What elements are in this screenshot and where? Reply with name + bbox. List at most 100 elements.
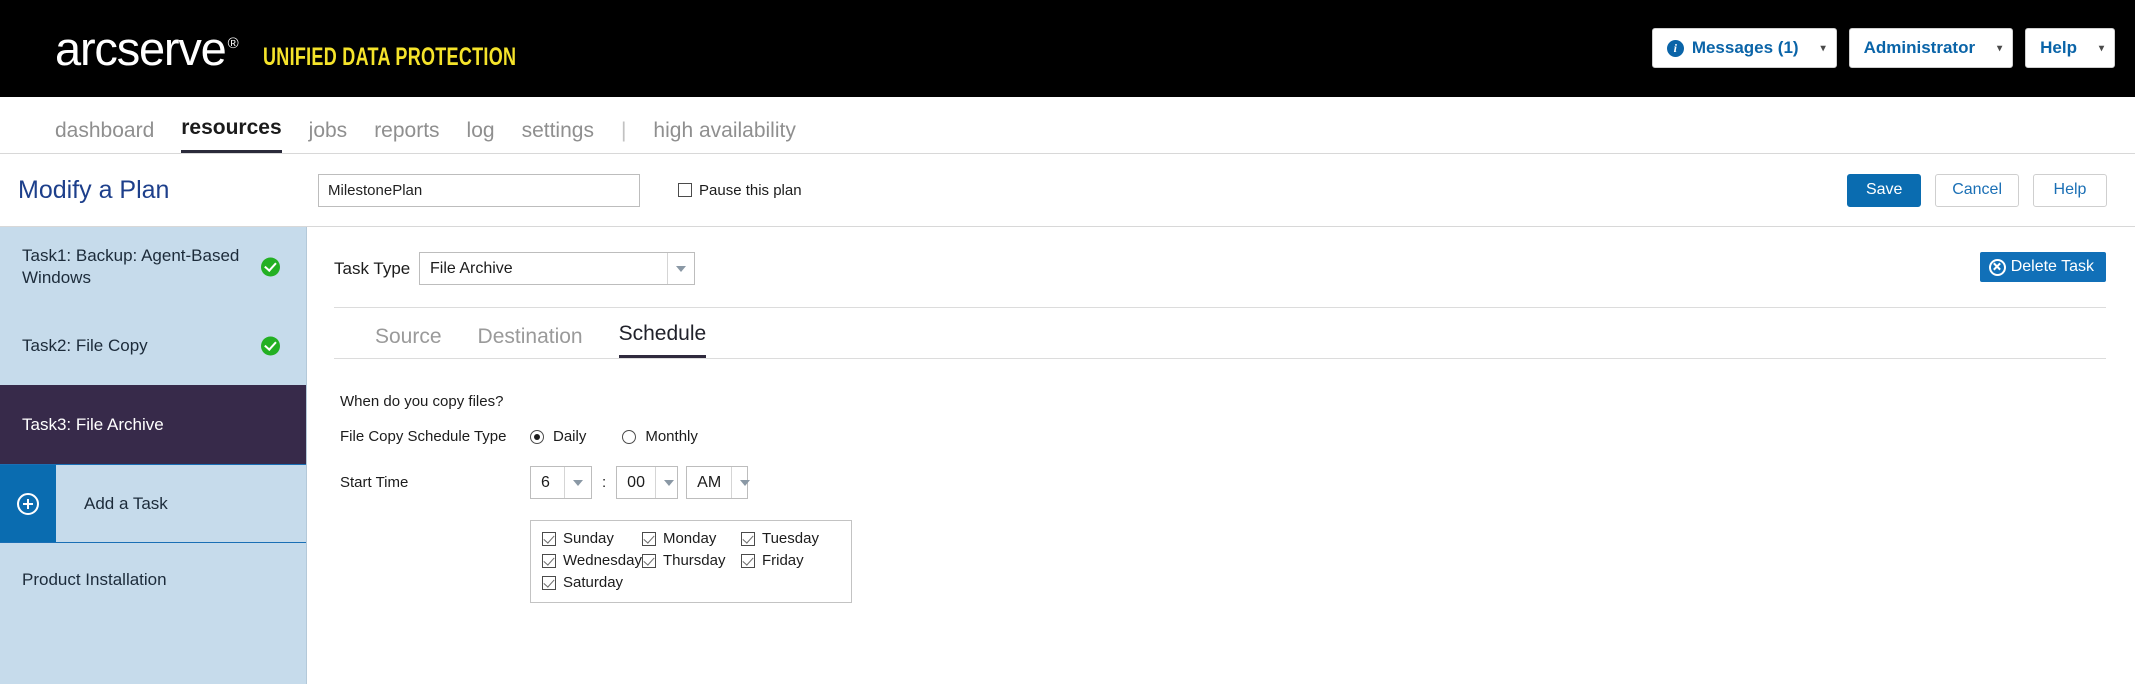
help-button[interactable]: Help [2033,173,2107,207]
radio-daily[interactable]: Daily [530,428,586,445]
checkbox-wednesday[interactable]: Wednesday [542,552,642,569]
checkbox-monday-label: Monday [662,530,717,547]
nav-item-log[interactable]: log [467,119,495,153]
add-task-button[interactable]: Add a Task [0,464,306,543]
checkbox-sunday-box[interactable] [542,531,556,546]
tab-schedule[interactable]: Schedule [618,322,707,358]
nav-item-dashboard[interactable]: dashboard [55,119,154,153]
task-tabs: Source Destination Schedule [307,308,2135,358]
checkbox-wednesday-box[interactable] [542,553,556,568]
tab-destination[interactable]: Destination [478,325,583,358]
pause-plan-label: Pause this plan [699,181,802,199]
weekday-checkbox-group: Sunday Monday Tuesday Wednesday Thursday [530,520,852,603]
task-type-row: Task Type File Archive Delete Task [307,227,2135,285]
plus-circle-icon [0,465,56,542]
checkbox-thursday[interactable]: Thursday [641,552,741,569]
plus-icon [17,492,39,515]
pause-plan-checkbox-box[interactable] [678,183,692,197]
page-title: Modify a Plan [18,175,170,204]
checkbox-sunday-label: Sunday [563,530,614,547]
help-menu-button[interactable]: Help ▾ [2025,28,2115,68]
start-time-hour-select[interactable]: 6 [530,466,592,499]
tab-source[interactable]: Source [375,325,442,358]
task-type-label: Task Type [334,258,411,278]
start-time-minute-value: 00 [627,473,645,491]
chevron-down-icon[interactable] [731,467,758,498]
task-sidebar: Task1: Backup: Agent-Based Windows Task2… [0,227,307,684]
radio-daily-dot[interactable] [530,429,544,444]
help-menu-label: Help [2040,38,2077,57]
checkbox-tuesday-box[interactable] [740,531,755,546]
nav-separator: | [620,119,627,142]
nav-item-high-availability[interactable]: high availability [653,119,795,153]
close-circle-icon [1988,258,2006,276]
brand-name-text: arcserve [55,22,227,75]
start-time-group: 6 : 00 AM [530,466,751,499]
check-circle-icon [261,336,280,355]
radio-monthly[interactable]: Monthly [622,428,698,445]
nav-item-jobs[interactable]: jobs [309,119,348,153]
checkbox-saturday[interactable]: Saturday [542,574,642,591]
brand-subtitle: UNIFIED DATA PROTECTION [263,43,517,71]
header-actions: i Messages (1) ▾ Administrator ▾ Help ▾ [1651,28,2115,68]
sidebar-item-task2-label: Task2: File Copy [22,335,148,355]
main-navigation: dashboard resources jobs reports log set… [0,97,2135,154]
checkbox-wednesday-label: Wednesday [563,552,642,569]
checkbox-tuesday[interactable]: Tuesday [740,530,840,547]
start-time-label: Start Time [340,474,409,491]
checkbox-monday-box[interactable] [641,531,656,546]
schedule-question: When do you copy files? [340,393,504,410]
brand-logo: arcserve ® UNIFIED DATA PROTECTION [55,21,615,76]
radio-daily-label: Daily [553,428,587,445]
sidebar-item-task2[interactable]: Task2: File Copy [0,306,306,385]
checkbox-sunday[interactable]: Sunday [542,530,642,547]
sidebar-item-task1[interactable]: Task1: Backup: Agent-Based Windows [0,227,306,306]
task-type-value: File Archive [430,259,513,277]
checkbox-tuesday-label: Tuesday [761,530,819,547]
radio-monthly-label: Monthly [645,428,698,445]
chevron-down-icon: ▾ [1820,42,1826,54]
plan-name-input[interactable] [318,173,640,207]
schedule-type-radio-group: Daily Monthly [530,428,698,445]
checkbox-monday[interactable]: Monday [641,530,741,547]
cancel-button[interactable]: Cancel [1935,173,2019,207]
messages-button[interactable]: i Messages (1) ▾ [1651,28,1837,68]
toolbar-actions: Save Cancel Help [1847,173,2107,207]
sidebar-item-product-installation[interactable]: Product Installation [0,543,306,617]
check-circle-icon [261,257,280,276]
add-task-label: Add a Task [56,465,306,542]
start-time-row: Start Time 6 : 00 AM [340,466,2135,499]
checkbox-saturday-label: Saturday [563,574,624,591]
chevron-down-icon[interactable] [654,467,682,498]
task-type-select[interactable]: File Archive [419,252,695,285]
nav-item-resources[interactable]: resources [181,116,282,153]
task-detail-panel: Task Type File Archive Delete Task Sourc… [307,227,2135,684]
checkbox-friday-label: Friday [761,552,804,569]
start-time-meridiem-select[interactable]: AM [686,466,751,499]
chevron-down-icon: ▾ [1997,42,2003,54]
nav-item-reports[interactable]: reports [374,119,439,153]
delete-task-button[interactable]: Delete Task [1979,252,2106,282]
pause-plan-checkbox[interactable]: Pause this plan [678,182,802,199]
chevron-down-icon[interactable] [667,253,694,284]
sidebar-item-task3[interactable]: Task3: File Archive [0,385,306,464]
checkbox-friday-box[interactable] [740,553,755,568]
start-time-hour-value: 6 [541,473,550,491]
checkbox-friday[interactable]: Friday [740,552,840,569]
save-button[interactable]: Save [1847,173,1922,207]
start-time-meridiem-value: AM [697,473,722,491]
administrator-label: Administrator [1863,38,1976,57]
start-time-minute-select[interactable]: 00 [616,466,679,499]
delete-task-label: Delete Task [2010,258,2094,275]
checkbox-saturday-box[interactable] [542,575,556,590]
radio-monthly-dot[interactable] [622,429,637,444]
registered-trademark-icon: ® [227,35,239,53]
chevron-down-icon[interactable] [564,467,591,498]
administrator-button[interactable]: Administrator ▾ [1848,28,2014,68]
nav-item-settings[interactable]: settings [522,119,594,153]
checkbox-thursday-box[interactable] [641,553,656,568]
time-separator: : [602,474,607,491]
chevron-down-icon: ▾ [2098,42,2104,54]
page-body: Task1: Backup: Agent-Based Windows Task2… [0,227,2135,684]
checkbox-thursday-label: Thursday [662,552,726,569]
